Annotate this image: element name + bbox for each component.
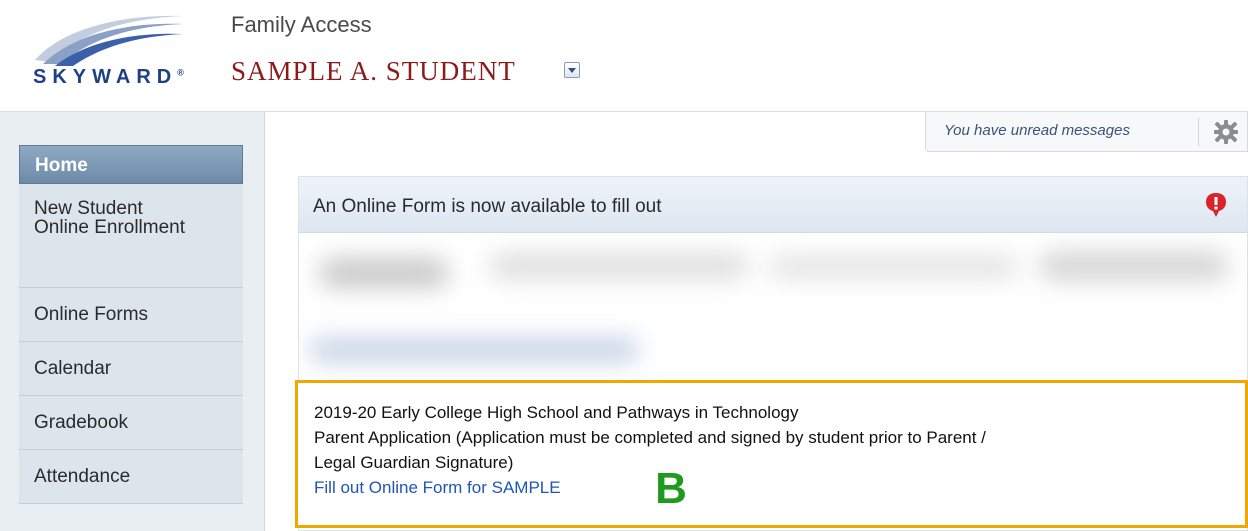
blurred-text: [1039, 251, 1229, 281]
annotation-b-label: B: [655, 464, 687, 513]
sidebar-item-online-forms[interactable]: Online Forms: [19, 288, 243, 342]
logo-text: SKYWARD®: [33, 66, 184, 88]
sidebar-item-label: Calendar: [34, 358, 112, 379]
gear-icon[interactable]: [1212, 118, 1240, 146]
sidebar-nav: Home New Student Online Enrollment Onlin…: [19, 145, 243, 504]
app-title: Family Access: [231, 12, 372, 37]
fill-out-form-link[interactable]: Fill out Online Form for SAMPLE: [314, 478, 561, 498]
form-entry: 2019-20 Early College High School and Pa…: [295, 380, 1248, 528]
sidebar-item-label: Home: [35, 155, 88, 176]
sidebar: Home New Student Online Enrollment Onlin…: [0, 112, 265, 531]
unread-messages-link[interactable]: You have unread messages: [944, 122, 1130, 139]
form-description-continued: Legal Guardian Signature): [314, 453, 514, 472]
divider: [1198, 118, 1199, 146]
sidebar-item-attendance[interactable]: Attendance: [19, 450, 243, 504]
sidebar-item-home[interactable]: Home: [19, 145, 243, 184]
student-dropdown-icon[interactable]: [564, 62, 580, 78]
blurred-text: [769, 255, 1019, 279]
sidebar-item-new-student-online-enrollment[interactable]: New Student Online Enrollment: [19, 184, 243, 288]
sidebar-item-label: New Student Online Enrollment: [34, 198, 186, 238]
form-title: 2019-20 Early College High School and Pa…: [314, 403, 799, 422]
blurred-content: [299, 233, 1247, 381]
sidebar-item-label: Gradebook: [34, 412, 129, 433]
panel-title: An Online Form is now available to fill …: [313, 196, 662, 217]
alert-icon: [1206, 193, 1226, 217]
sidebar-item-calendar[interactable]: Calendar: [19, 342, 243, 396]
blurred-text: [319, 258, 449, 288]
blurred-text: [489, 253, 749, 279]
form-description: Parent Application (Application must be …: [314, 428, 986, 447]
sidebar-item-gradebook[interactable]: Gradebook: [19, 396, 243, 450]
sidebar-item-label: Online Forms: [34, 304, 149, 325]
messages-bar: You have unread messages: [925, 112, 1248, 152]
blurred-text: [309, 338, 639, 362]
student-name[interactable]: SAMPLE A. STUDENT: [231, 56, 516, 87]
skyward-logo: SKYWARD®: [33, 8, 193, 98]
panel-header: An Online Form is now available to fill …: [299, 177, 1247, 233]
logo-swoosh-icon: [35, 15, 183, 66]
header: SKYWARD® Family Access SAMPLE A. STUDENT: [0, 0, 1248, 112]
sidebar-item-label: Attendance: [34, 466, 131, 487]
